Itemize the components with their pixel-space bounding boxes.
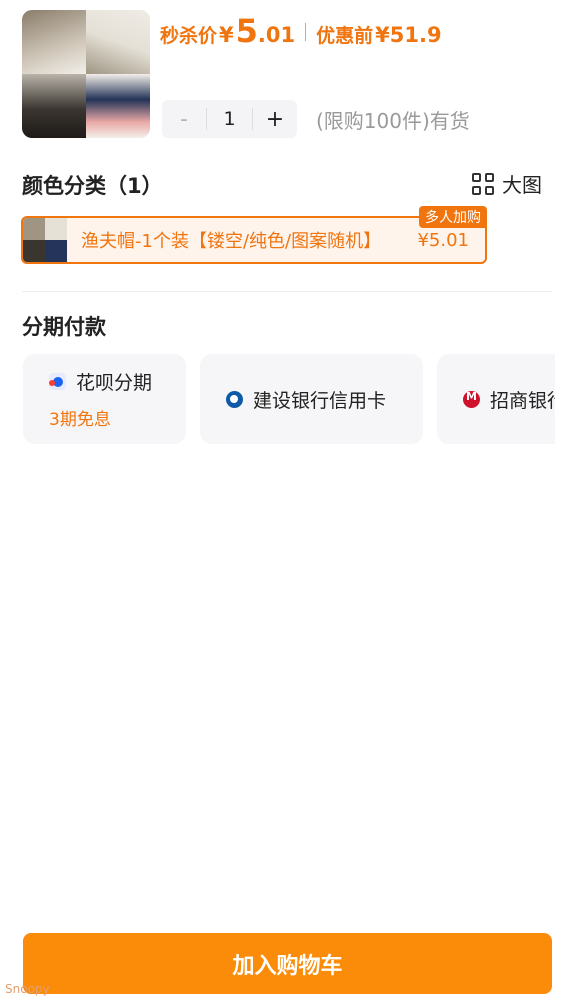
- variant-thumbnail: [23, 218, 67, 262]
- thumb-model: [22, 74, 86, 138]
- decrease-button[interactable]: -: [162, 107, 206, 132]
- installment-option-label: 招商银行: [490, 389, 555, 412]
- color-section-title: 颜色分类（1）: [22, 174, 163, 198]
- increase-button[interactable]: +: [253, 107, 297, 132]
- installment-options: 花呗分期 3期免息 建设银行信用卡 招商银行: [23, 354, 555, 444]
- grid-view-icon: [472, 172, 494, 195]
- big-view-toggle[interactable]: 大图: [472, 169, 542, 198]
- huabei-icon: [49, 373, 66, 390]
- add-to-cart-button[interactable]: 加入购物车: [23, 933, 552, 994]
- product-thumbnail[interactable]: [22, 10, 150, 138]
- ccb-icon: [226, 390, 243, 408]
- installment-option-label: 建设银行信用卡: [253, 389, 387, 412]
- currency-symbol: ¥: [219, 23, 234, 47]
- variant-option-selected[interactable]: 渔夫帽-1个装【镂空/纯色/图案随机】 ¥5.01 多人加购: [21, 206, 487, 264]
- quantity-value[interactable]: 1: [206, 108, 253, 130]
- cmb-icon: [463, 390, 480, 408]
- variant-name: 渔夫帽-1个装【镂空/纯色/图案随机】: [81, 231, 382, 252]
- section-divider: [22, 291, 552, 292]
- variant-price: ¥5.01: [417, 229, 469, 251]
- watermark: Snoopy: [5, 982, 50, 996]
- installment-option-sub: 3期免息: [49, 410, 111, 430]
- sale-price-integer: 5: [235, 12, 258, 50]
- big-view-label: 大图: [502, 173, 542, 197]
- installment-option-huabei[interactable]: 花呗分期 3期免息: [23, 354, 186, 444]
- original-price: ¥51.9: [375, 23, 442, 47]
- thumb-hats-white: [86, 10, 150, 74]
- installment-option-ccb[interactable]: 建设银行信用卡: [200, 354, 423, 444]
- sale-price-decimal: .01: [257, 23, 296, 47]
- thumb-hats-beige: [22, 10, 86, 74]
- stock-status: (限购100件)有货: [316, 109, 470, 133]
- installment-section-title: 分期付款: [22, 315, 106, 339]
- thumb-hats-navy: [86, 74, 150, 138]
- original-price-label: 优惠前: [316, 25, 374, 47]
- sku-selector-page: { "product": { "image_alt": "fishermen h…: [0, 0, 574, 1000]
- popular-badge: 多人加购: [419, 206, 487, 228]
- sale-label: 秒杀价: [160, 25, 218, 47]
- price-separator: [305, 23, 307, 41]
- price-row: 秒杀价 ¥ 5 .01 优惠前 ¥51.9: [160, 12, 442, 52]
- installment-option-label: 花呗分期: [76, 372, 153, 394]
- quantity-stepper: - 1 +: [162, 100, 297, 138]
- installment-option-cmb[interactable]: 招商银行: [437, 354, 555, 444]
